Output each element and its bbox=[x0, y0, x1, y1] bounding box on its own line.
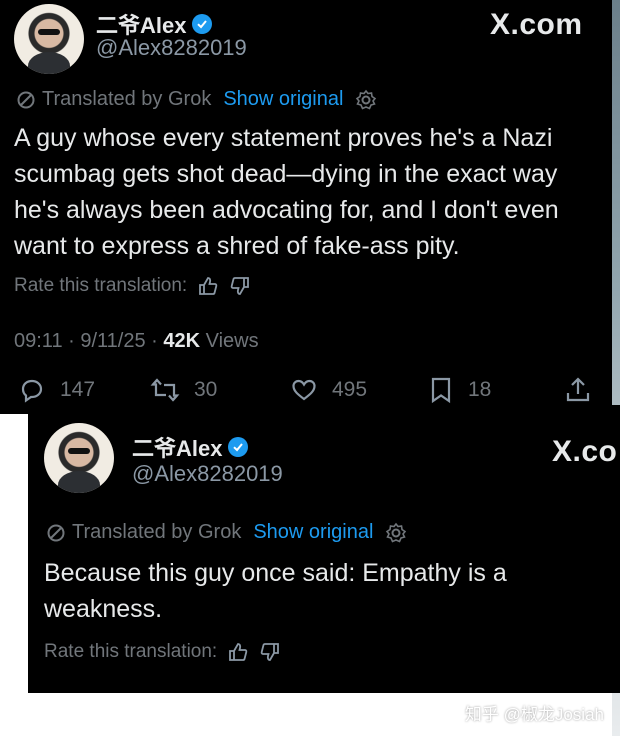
zhihu-watermark: 知乎 @椒龙Josiah bbox=[464, 705, 604, 724]
rate-translation-label: Rate this translation: bbox=[14, 275, 188, 296]
thumbs-down-icon[interactable] bbox=[229, 275, 251, 297]
user-handle[interactable]: @Alex8282019 bbox=[132, 461, 283, 487]
bookmark-button[interactable]: 18 bbox=[428, 376, 491, 404]
display-name[interactable]: 二爷Alex bbox=[132, 431, 249, 463]
translate-icon bbox=[17, 91, 35, 108]
reply-count: 147 bbox=[60, 378, 96, 401]
x-brand-logo: X.com bbox=[490, 8, 583, 41]
gear-icon[interactable] bbox=[355, 89, 377, 111]
gear-icon[interactable] bbox=[385, 522, 407, 544]
x-brand-logo: X.co bbox=[552, 435, 618, 468]
avatar-glasses bbox=[38, 29, 60, 35]
like-count: 495 bbox=[332, 378, 368, 401]
translation-bar: Translated by Grok Show original bbox=[46, 521, 407, 544]
tweet-meta: 09:11 · 9/11/25 · 42K Views bbox=[14, 330, 259, 353]
rate-translation-label: Rate this translation: bbox=[44, 641, 218, 662]
bookmark-icon bbox=[431, 377, 451, 404]
thumbs-up-icon[interactable] bbox=[227, 641, 249, 663]
share-button[interactable] bbox=[564, 376, 592, 404]
tweet-text: A guy whose every statement proves he's … bbox=[14, 124, 559, 260]
avatar-shirt bbox=[58, 471, 100, 493]
translated-by-label: Translated by Grok bbox=[42, 88, 212, 110]
verified-badge-icon bbox=[228, 437, 249, 457]
repost-count: 30 bbox=[194, 378, 218, 401]
repost-button[interactable]: 30 bbox=[150, 376, 217, 404]
translation-bar: Translated by Grok Show original bbox=[16, 88, 377, 111]
thumbs-up-icon[interactable] bbox=[197, 275, 219, 297]
translate-icon bbox=[47, 524, 65, 541]
show-original-link[interactable]: Show original bbox=[223, 88, 343, 111]
reply-button[interactable]: 147 bbox=[18, 376, 95, 404]
tweet-card-quoted: 二爷Alex @Alex8282019 X.co Translated by G… bbox=[28, 405, 620, 693]
tweet-card-main: 二爷Alex @Alex8282019 X.com Translated by … bbox=[0, 0, 612, 414]
thumbs-down-icon[interactable] bbox=[259, 641, 281, 663]
like-icon bbox=[292, 379, 316, 401]
user-handle[interactable]: @Alex8282019 bbox=[96, 35, 247, 61]
timestamp[interactable]: 09:11 · 9/11/25 · bbox=[14, 330, 163, 352]
display-name-text: 二爷Alex bbox=[132, 436, 223, 461]
rate-translation: Rate this translation: bbox=[14, 275, 251, 297]
avatar[interactable] bbox=[14, 4, 84, 74]
show-original-link[interactable]: Show original bbox=[253, 521, 373, 544]
tweet-text: Because this guy once said: Empathy is a… bbox=[44, 559, 507, 623]
bookmark-count: 18 bbox=[468, 378, 492, 401]
avatar[interactable] bbox=[44, 423, 114, 493]
views-count: 42K bbox=[163, 330, 201, 352]
verified-badge-icon bbox=[192, 14, 213, 34]
repost-icon bbox=[150, 378, 180, 402]
share-icon bbox=[566, 377, 590, 402]
avatar-glasses bbox=[68, 448, 90, 454]
like-button[interactable]: 495 bbox=[290, 376, 367, 404]
avatar-shirt bbox=[28, 52, 70, 74]
rate-translation: Rate this translation: bbox=[44, 641, 281, 663]
translated-by-label: Translated by Grok bbox=[72, 521, 242, 543]
views-label: Views bbox=[200, 330, 259, 352]
reply-icon bbox=[21, 379, 43, 403]
